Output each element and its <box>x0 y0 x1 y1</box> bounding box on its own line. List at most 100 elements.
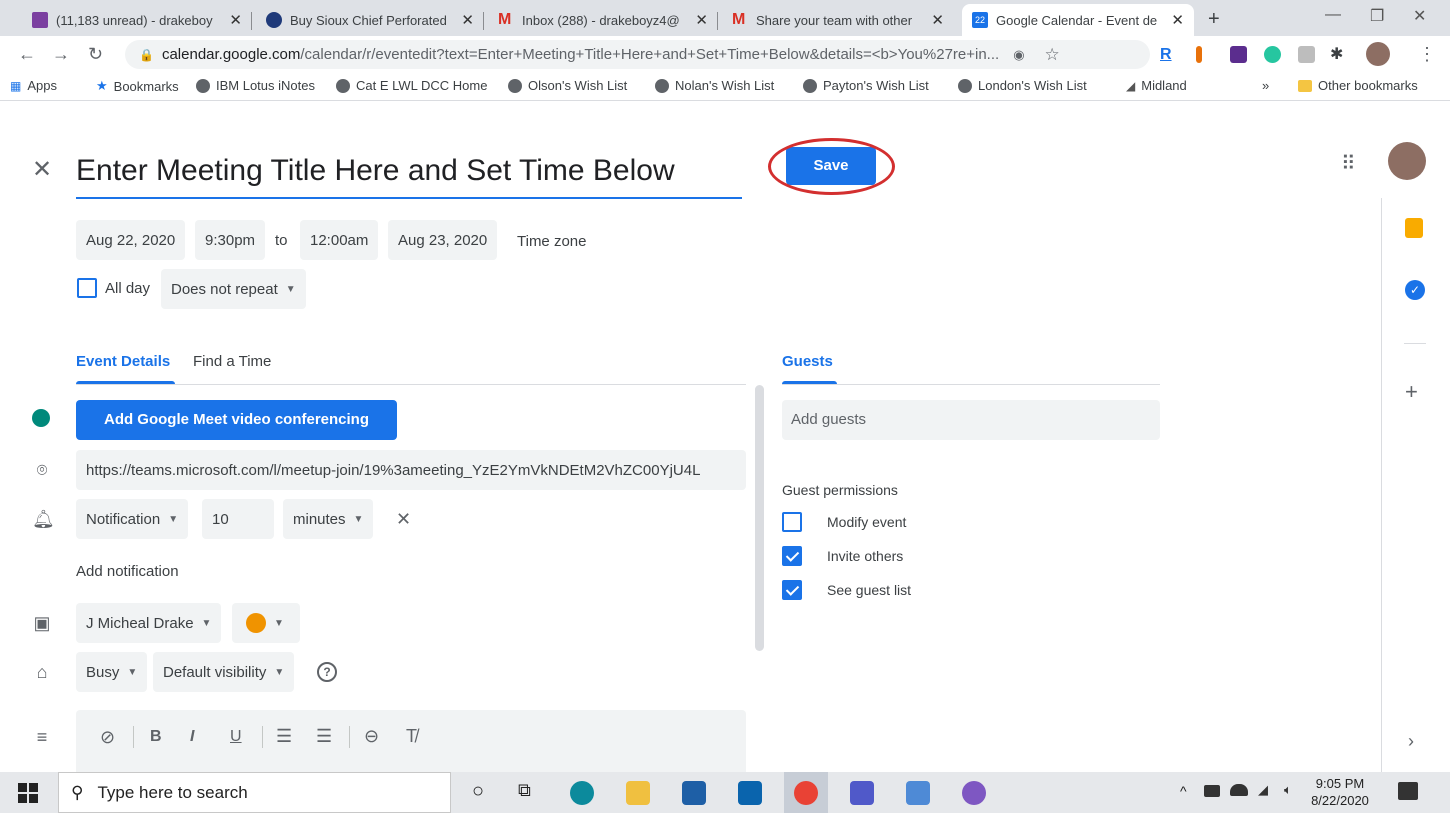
photos-icon[interactable] <box>906 781 930 805</box>
tasks-icon[interactable]: ✓ <box>1405 280 1425 300</box>
tab-google-calendar[interactable]: 22 Google Calendar - Event de ✕ <box>962 4 1194 36</box>
onedrive-icon[interactable] <box>1230 784 1248 796</box>
end-time-field[interactable]: 12:00am <box>300 220 379 260</box>
location-input[interactable]: https://teams.microsoft.com/l/meetup-joi… <box>76 450 746 490</box>
eye-icon[interactable]: ◉ <box>1013 47 1024 63</box>
tab-inbox[interactable]: M Inbox (288) - drakeboyz4@ ✕ <box>488 4 718 36</box>
teams-icon[interactable] <box>850 781 874 805</box>
tab-find-a-time[interactable]: Find a Time <box>193 353 271 370</box>
close-tab-icon[interactable]: ✕ <box>695 11 708 29</box>
reload-icon[interactable]: ↻ <box>88 44 103 65</box>
clear-formatting-icon[interactable]: T̸ <box>406 726 417 747</box>
paint-icon[interactable] <box>962 781 986 805</box>
battery-icon[interactable] <box>1204 785 1220 797</box>
bookmark-other[interactable]: Other bookmarks <box>1298 78 1418 93</box>
close-tab-icon[interactable]: ✕ <box>931 11 944 29</box>
bookmark-star-icon[interactable]: ☆ <box>1045 45 1060 65</box>
time-zone-button[interactable]: Time zone <box>517 233 586 250</box>
back-icon[interactable]: ← <box>18 44 36 65</box>
keep-icon[interactable] <box>1405 218 1423 238</box>
apps-grid-icon[interactable]: ⠿ <box>1341 151 1356 176</box>
extension-gray-icon[interactable] <box>1298 46 1315 63</box>
bulleted-list-icon[interactable]: ☰ <box>316 726 332 747</box>
close-tab-icon[interactable]: ✕ <box>229 11 242 29</box>
bookmark-payton[interactable]: Payton's Wish List <box>803 78 929 93</box>
add-notification-link[interactable]: Add notification <box>76 563 179 580</box>
chrome-icon[interactable] <box>794 781 818 805</box>
calendar-owner-dropdown[interactable]: J Micheal Drake ▼ <box>76 603 222 643</box>
notification-unit-dropdown[interactable]: minutes ▼ <box>283 499 374 539</box>
guests-tab[interactable]: Guests <box>782 353 833 370</box>
extension-r-icon[interactable]: R <box>1160 46 1177 63</box>
bookmark-bookmarks[interactable]: ★ Bookmarks <box>96 78 179 94</box>
new-tab-button[interactable]: + <box>1208 8 1220 31</box>
bookmark-ibm-lotus[interactable]: IBM Lotus iNotes <box>196 78 315 93</box>
more-bookmarks-button[interactable]: » <box>1262 78 1269 93</box>
close-icon[interactable]: ✕ <box>32 155 52 184</box>
windows-start-icon[interactable] <box>18 783 38 803</box>
link-icon[interactable]: ⊖ <box>364 726 379 747</box>
modify-event-checkbox[interactable] <box>782 512 802 532</box>
close-window-icon[interactable]: ✕ <box>1413 6 1426 26</box>
bookmark-cat-e[interactable]: Cat E LWL DCC Home <box>336 78 487 93</box>
help-icon[interactable]: ? <box>317 662 337 682</box>
event-title-input[interactable]: Enter Meeting Title Here and Set Time Be… <box>76 149 742 199</box>
store-icon[interactable] <box>682 781 706 805</box>
close-tab-icon[interactable]: ✕ <box>461 11 474 29</box>
bookmark-apps[interactable]: ▦ Apps <box>10 78 57 93</box>
notification-value-input[interactable]: 10 <box>202 499 274 539</box>
extension-chart-icon[interactable] <box>1196 46 1202 63</box>
profile-avatar[interactable] <box>1366 42 1390 66</box>
edge-icon[interactable] <box>570 781 594 805</box>
add-guests-input[interactable]: Add guests <box>782 400 1160 440</box>
tab-event-details[interactable]: Event Details <box>76 353 170 370</box>
bookmark-nolan[interactable]: Nolan's Wish List <box>655 78 774 93</box>
end-date-field[interactable]: Aug 23, 2020 <box>388 220 498 260</box>
see-guest-list-checkbox[interactable] <box>782 580 802 600</box>
notification-type-dropdown[interactable]: Notification ▼ <box>76 499 189 539</box>
add-google-meet-button[interactable]: Add Google Meet video conferencing <box>76 400 397 440</box>
system-tray-expand-icon[interactable]: ^ <box>1180 783 1187 799</box>
start-time-field[interactable]: 9:30pm <box>195 220 266 260</box>
close-tab-icon[interactable]: ✕ <box>1171 11 1184 29</box>
tab-sioux-chief[interactable]: Buy Sioux Chief Perforated ✕ <box>256 4 484 36</box>
taskbar-search-box[interactable]: ⚲ Type here to search <box>58 772 451 813</box>
details-scrollbar[interactable] <box>755 385 764 651</box>
task-view-icon[interactable]: ⧉ <box>518 780 531 801</box>
bookmark-olson[interactable]: Olson's Wish List <box>508 78 627 93</box>
bookmark-midland[interactable]: ◢ Midland <box>1126 78 1187 93</box>
repeat-dropdown[interactable]: Does not repeat ▼ <box>161 269 306 309</box>
add-addon-icon[interactable]: + <box>1405 379 1418 405</box>
cortana-icon[interactable]: ○ <box>472 780 484 803</box>
taskbar-clock[interactable]: 9:05 PM 8/22/2020 <box>1306 775 1374 809</box>
description-editor[interactable]: ⊘ B I U ☰ ☰ ⊖ T̸ <box>76 710 746 772</box>
italic-icon[interactable]: I <box>190 728 194 746</box>
numbered-list-icon[interactable]: ☰ <box>276 726 292 747</box>
all-day-checkbox[interactable] <box>77 278 97 298</box>
bold-icon[interactable]: B <box>150 728 162 746</box>
tab-share-team[interactable]: M Share your team with other ✕ <box>722 4 954 36</box>
start-date-field[interactable]: Aug 22, 2020 <box>76 220 186 260</box>
remove-notification-icon[interactable]: ✕ <box>396 509 411 530</box>
tab-gmail-unread[interactable]: (11,183 unread) - drakeboy ✕ <box>22 4 252 36</box>
chrome-menu-icon[interactable]: ⋮ <box>1418 44 1436 65</box>
availability-dropdown[interactable]: Busy ▼ <box>76 652 148 692</box>
minimize-icon[interactable]: — <box>1325 6 1341 24</box>
restore-icon[interactable]: ❐ <box>1370 6 1384 26</box>
puzzle-icon[interactable]: ✱ <box>1330 46 1347 63</box>
file-explorer-icon[interactable] <box>626 781 650 805</box>
volume-icon[interactable]: 🔈︎ <box>1284 782 1292 798</box>
bookmark-london[interactable]: London's Wish List <box>958 78 1087 93</box>
invite-others-checkbox[interactable] <box>782 546 802 566</box>
forward-icon[interactable]: → <box>52 44 70 65</box>
address-bar[interactable]: 🔒 calendar.google.com/calendar/r/evented… <box>125 40 1150 69</box>
attachment-icon[interactable]: ⊘ <box>100 727 115 748</box>
extension-green-icon[interactable] <box>1264 46 1281 63</box>
extension-purple-icon[interactable] <box>1230 46 1247 63</box>
wifi-icon[interactable]: ◢ <box>1258 782 1268 798</box>
visibility-dropdown[interactable]: Default visibility ▼ <box>153 652 295 692</box>
notifications-icon[interactable] <box>1398 782 1418 800</box>
mail-icon[interactable] <box>738 781 762 805</box>
expand-panel-icon[interactable]: › <box>1408 731 1414 752</box>
underline-icon[interactable]: U <box>230 728 242 746</box>
